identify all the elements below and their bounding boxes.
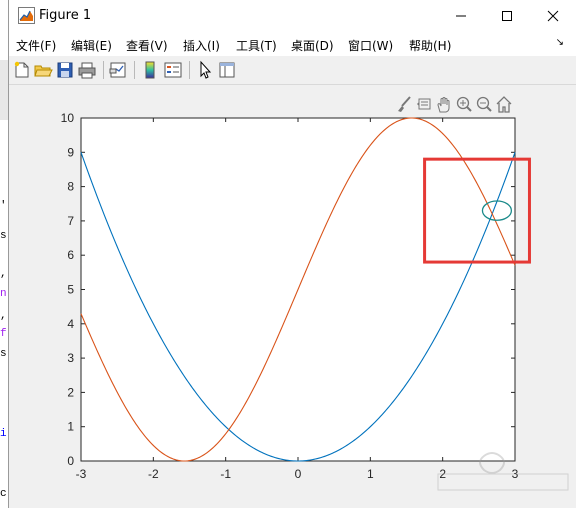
y-tick-label: 10 [61,111,75,125]
x-tick-label: -2 [148,467,159,481]
watermark-logo [437,452,569,491]
y-tick-label: 6 [67,248,74,262]
y-tick-label: 7 [67,214,74,228]
y-tick-label: 3 [67,351,74,365]
y-tick-label: 9 [67,145,74,159]
x-tick-label: -3 [76,467,87,481]
background-strip-bottom [0,508,576,514]
y-tick-label: 5 [67,283,74,297]
x-tick-label: -1 [220,467,231,481]
x-tick-label: 1 [367,467,374,481]
y-tick-label: 1 [67,420,74,434]
y-tick-label: 2 [67,385,74,399]
y-tick-label: 8 [67,180,74,194]
plot-area: -3 -2 -1 0 1 2 3012345678910 [61,111,531,481]
y-tick-label: 0 [67,454,74,468]
y-tick-label: 4 [67,317,74,331]
x-tick-label: 0 [295,467,302,481]
